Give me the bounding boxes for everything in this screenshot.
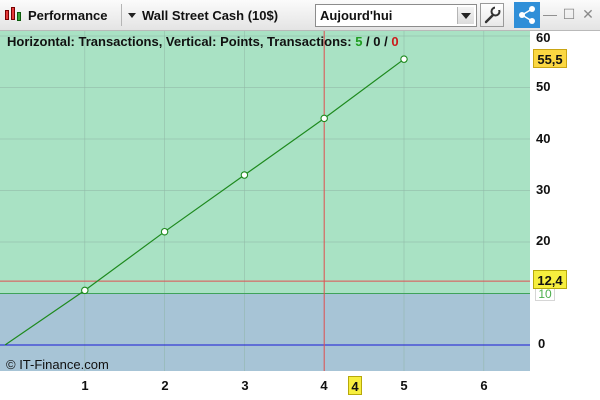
- crosshair-y-tag: 12,4: [533, 270, 567, 289]
- neutral-count: 0: [373, 34, 381, 49]
- y-tick-label: 30: [536, 182, 551, 197]
- share-icon: [519, 6, 535, 24]
- instrument-selector[interactable]: Wall Street Cash (10$): [124, 3, 310, 27]
- toolbar: Performance Wall Street Cash (10$) Aujou…: [0, 0, 600, 31]
- close-button[interactable]: ✕: [580, 6, 596, 22]
- data-point: [81, 286, 89, 295]
- title-separator: /: [380, 34, 392, 49]
- positive-zone: [0, 31, 530, 294]
- y-tick-label: 50: [536, 79, 551, 94]
- performance-button[interactable]: Performance: [2, 3, 120, 27]
- minimize-button[interactable]: —: [542, 6, 558, 22]
- x-tick-label: 3: [241, 378, 249, 393]
- chevron-down-icon: [128, 12, 136, 18]
- copyright: © IT-Finance.com: [6, 357, 109, 372]
- close-icon: ✕: [582, 5, 594, 22]
- chart-title: Horizontal: Transactions, Vertical: Poin…: [7, 34, 399, 49]
- data-point: [160, 227, 169, 236]
- instrument-label: Wall Street Cash (10$): [142, 7, 279, 23]
- toolbar-separator: [121, 4, 122, 26]
- y-tick-label: 40: [536, 131, 551, 146]
- performance-label: Performance: [28, 7, 108, 23]
- minimize-icon: —: [543, 6, 557, 22]
- period-select[interactable]: Aujourd'hui: [315, 4, 477, 27]
- maximize-button[interactable]: ☐: [561, 6, 577, 22]
- dropdown-arrow-icon[interactable]: [457, 7, 474, 24]
- maximize-icon: ☐: [562, 5, 576, 22]
- title-prefix: Horizontal: Transactions, Vertical: Poin…: [7, 34, 356, 49]
- candlestick-icon: [3, 4, 25, 26]
- data-point: [240, 171, 249, 179]
- data-point: [400, 55, 408, 63]
- crosshair-x-tag: 4: [348, 376, 362, 395]
- data-point: [320, 114, 328, 123]
- share-button[interactable]: [514, 2, 540, 28]
- period-value: Aujourd'hui: [320, 8, 393, 23]
- x-tick-label: 4: [320, 378, 328, 393]
- x-tick-label: 1: [81, 378, 89, 393]
- x-tick-label: 5: [400, 378, 408, 393]
- x-tick-label: 2: [161, 378, 169, 393]
- y-tick-label: 60: [536, 30, 551, 45]
- losers-count: 0: [391, 34, 399, 49]
- settings-wrench-button[interactable]: [480, 3, 504, 27]
- last-value-tag: 55,5: [533, 49, 567, 68]
- y-tick-label: 20: [536, 233, 551, 248]
- y-tick-label: 0: [538, 336, 546, 351]
- performance-chart[interactable]: [0, 31, 600, 400]
- title-separator: /: [362, 34, 374, 49]
- x-tick-label: 6: [480, 378, 488, 393]
- wrench-icon: [484, 6, 501, 24]
